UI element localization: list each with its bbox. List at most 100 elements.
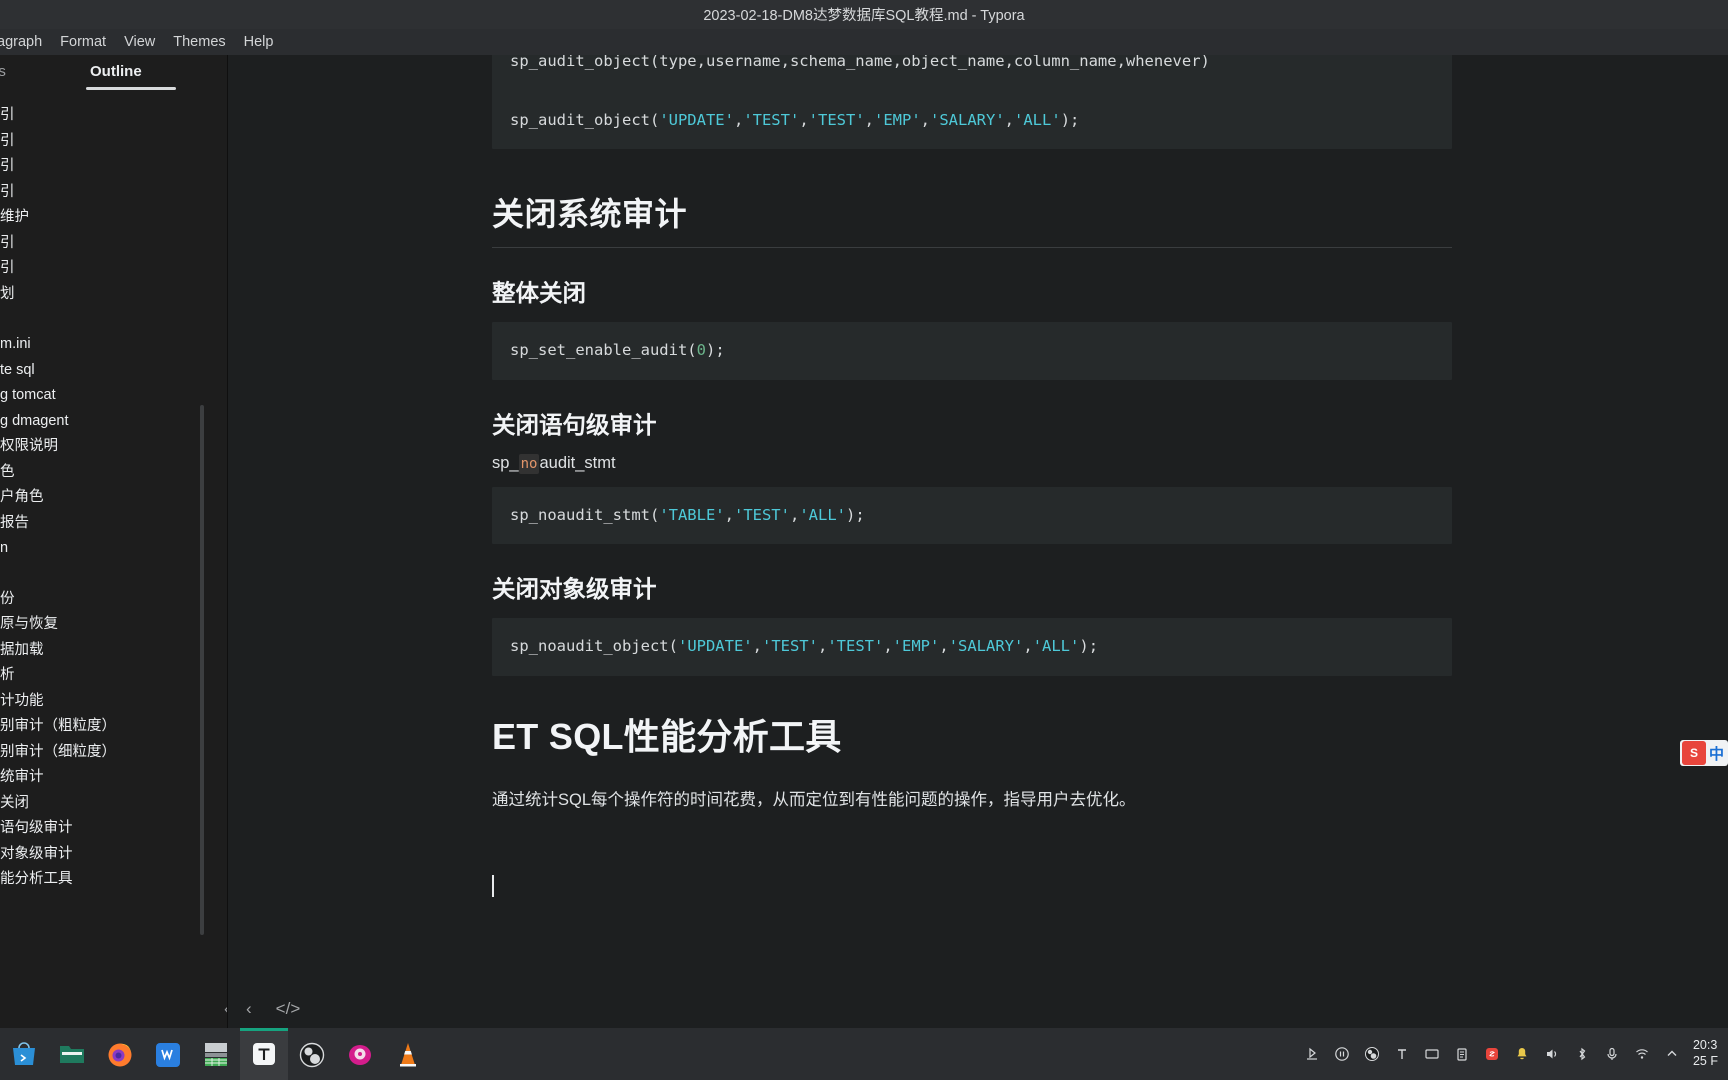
source-code-mode-icon[interactable]: </> — [264, 988, 313, 1030]
taskbar-typora[interactable] — [240, 1028, 288, 1080]
menu-view[interactable]: View — [115, 29, 164, 55]
outline-item[interactable]: 引 — [0, 180, 227, 206]
outline-item[interactable]: 引 — [0, 129, 227, 155]
taskbar-vlc[interactable] — [384, 1028, 432, 1080]
heading-overall-close: 整体关闭 — [492, 280, 586, 307]
outline-item[interactable]: g dmagent — [0, 409, 227, 435]
outline-item[interactable]: 析 — [0, 663, 227, 689]
outline-item[interactable]: 别审计（细粒度） — [0, 740, 227, 766]
outline-item[interactable]: 统审计 — [0, 765, 227, 791]
text-prefix: sp_ — [492, 453, 519, 472]
taskbar-media-player[interactable] — [336, 1028, 384, 1080]
inline-code-no: no — [518, 453, 540, 474]
spreadsheet-icon — [205, 1043, 227, 1066]
outline-item[interactable]: 色 — [0, 460, 227, 486]
outline-spacer — [0, 307, 227, 332]
outline-item[interactable]: 引 — [0, 154, 227, 180]
outline-item[interactable]: 计功能 — [0, 689, 227, 715]
heading-close-system-audit: 关闭系统审计 — [492, 189, 1452, 249]
tab-outline[interactable]: Outline — [78, 63, 154, 80]
sidebar-panel: es Outline 引引引引维护引引划m.inite sqlg tomcatg… — [0, 55, 228, 1030]
menu-themes[interactable]: Themes — [164, 29, 234, 55]
tray-volume-icon[interactable] — [1537, 1028, 1567, 1080]
heading-et-sql-tool: ET SQL性能分析工具 — [492, 715, 842, 757]
tab-outline-indicator — [86, 87, 176, 90]
outline-item[interactable]: g tomcat — [0, 383, 227, 409]
outline-item[interactable]: 份 — [0, 587, 227, 613]
taskbar-obs-studio[interactable] — [288, 1028, 336, 1080]
ime-indicator[interactable]: S 中 — [1680, 740, 1728, 766]
code-line-example: sp_audit_object('UPDATE','TEST','TEST','… — [510, 110, 1080, 129]
editor-area[interactable]: sp_audit_object(type,username,schema_nam… — [228, 55, 1728, 1030]
media-player-icon — [349, 1045, 371, 1065]
outline-item[interactable]: te sql — [0, 358, 227, 384]
paragraph-et-sql-description: 通过统计SQL每个操作符的时间花费，从而定位到有性能问题的操作，指导用户去优化。 — [492, 790, 1136, 809]
menu-format[interactable]: Format — [51, 29, 115, 55]
firefox-icon — [108, 1043, 132, 1067]
code-block-noaudit-object[interactable]: sp_noaudit_object('UPDATE','TEST','TEST'… — [492, 618, 1452, 676]
outline-item[interactable]: 原与恢复 — [0, 612, 227, 638]
back-arrow-icon[interactable]: ‹ — [212, 988, 227, 1030]
outline-item[interactable]: 对象级审计 — [0, 842, 227, 868]
outline-item[interactable]: m.ini — [0, 332, 227, 358]
tray-notification-icon[interactable] — [1507, 1028, 1537, 1080]
outline-item[interactable]: 语句级审计 — [0, 816, 227, 842]
taskbar-app-store[interactable] — [0, 1028, 48, 1080]
heading-close-object-audit: 关闭对象级审计 — [492, 576, 657, 603]
outline-item[interactable]: 引 — [0, 103, 227, 129]
taskbar: 20:3 25 F — [0, 1028, 1728, 1080]
sidebar-tabs: es Outline — [0, 55, 227, 100]
menu-bar: agraph Format View Themes Help — [0, 29, 1728, 55]
tray-bluetooth-icon[interactable] — [1567, 1028, 1597, 1080]
tray-pause-icon[interactable] — [1327, 1028, 1357, 1080]
editor-footer: ‹ </> — [228, 988, 1728, 1030]
outline-item[interactable]: 维护 — [0, 205, 227, 231]
tray-obs-icon[interactable] — [1357, 1028, 1387, 1080]
outline-item[interactable]: 报告 — [0, 511, 227, 537]
outline-list[interactable]: 引引引引维护引引划 m.ini te sql g tomcat g dmagent 权限说… — [0, 103, 227, 933]
outline-item[interactable]: 能分析工具 — [0, 867, 227, 893]
main-body: es Outline 引引引引维护引引划m.inite sqlg tomcatg… — [0, 55, 1728, 1030]
menu-paragraph[interactable]: agraph — [0, 29, 51, 55]
taskbar-clock[interactable]: 20:3 25 F — [1687, 1038, 1722, 1069]
obs-icon — [299, 1042, 325, 1068]
taskbar-spreadsheet[interactable] — [192, 1028, 240, 1080]
outline-item[interactable]: 划 — [0, 282, 227, 308]
taskbar-wps-writer[interactable] — [144, 1028, 192, 1080]
outline-item[interactable]: 引 — [0, 256, 227, 282]
tray-display-icon[interactable] — [1417, 1028, 1447, 1080]
tray-bluetooth-audio-icon[interactable] — [1297, 1028, 1327, 1080]
tray-sogou-icon[interactable] — [1477, 1028, 1507, 1080]
taskbar-firefox[interactable] — [96, 1028, 144, 1080]
tray-microphone-icon[interactable] — [1597, 1028, 1627, 1080]
sidebar-toggle-icon[interactable]: ‹ — [234, 988, 264, 1030]
document-content: sp_audit_object(type,username,schema_nam… — [492, 55, 1452, 897]
code-block-set-enable-audit[interactable]: sp_set_enable_audit(0); — [492, 322, 1452, 380]
sidebar-footer: ‹ — [0, 988, 227, 1030]
outline-item[interactable]: 引 — [0, 231, 227, 257]
paragraph-noaudit-stmt-note: sp_ no audit_stmt — [492, 453, 1452, 474]
clock-time: 20:3 — [1692, 1038, 1718, 1053]
taskbar-file-manager[interactable] — [48, 1028, 96, 1080]
ime-mode-label: 中 — [1709, 745, 1725, 763]
outline-item[interactable]: n — [0, 536, 227, 562]
tray-clipboard-icon[interactable] — [1447, 1028, 1477, 1080]
menu-help[interactable]: Help — [235, 29, 283, 55]
outline-item[interactable]: 据加载 — [0, 638, 227, 664]
window-title: 2023-02-18-DM8达梦数据库SQL教程.md - Typora — [703, 8, 1025, 24]
outline-item[interactable]: 户角色 — [0, 485, 227, 511]
tray-text-icon[interactable] — [1387, 1028, 1417, 1080]
code-block-audit-object[interactable]: sp_audit_object(type,username,schema_nam… — [492, 55, 1452, 150]
code-block-noaudit-stmt[interactable]: sp_noaudit_stmt('TABLE','TEST','ALL'); — [492, 486, 1452, 545]
sidebar-scrollbar[interactable] — [200, 405, 204, 935]
outline-item[interactable]: 权限说明 — [0, 434, 227, 460]
heading-close-statement-audit: 关闭语句级审计 — [492, 411, 657, 438]
tray-wifi-icon[interactable] — [1627, 1028, 1657, 1080]
tab-files[interactable]: es — [0, 63, 18, 80]
outline-item[interactable]: 别审计（粗粒度） — [0, 714, 227, 740]
tray-expand-icon[interactable] — [1657, 1028, 1687, 1080]
taskbar-tray: 20:3 25 F — [1297, 1028, 1728, 1080]
outline-item[interactable]: 关闭 — [0, 791, 227, 817]
taskbar-apps — [0, 1028, 432, 1080]
code-line-signature: sp_audit_object(type,username,schema_nam… — [510, 55, 1210, 70]
